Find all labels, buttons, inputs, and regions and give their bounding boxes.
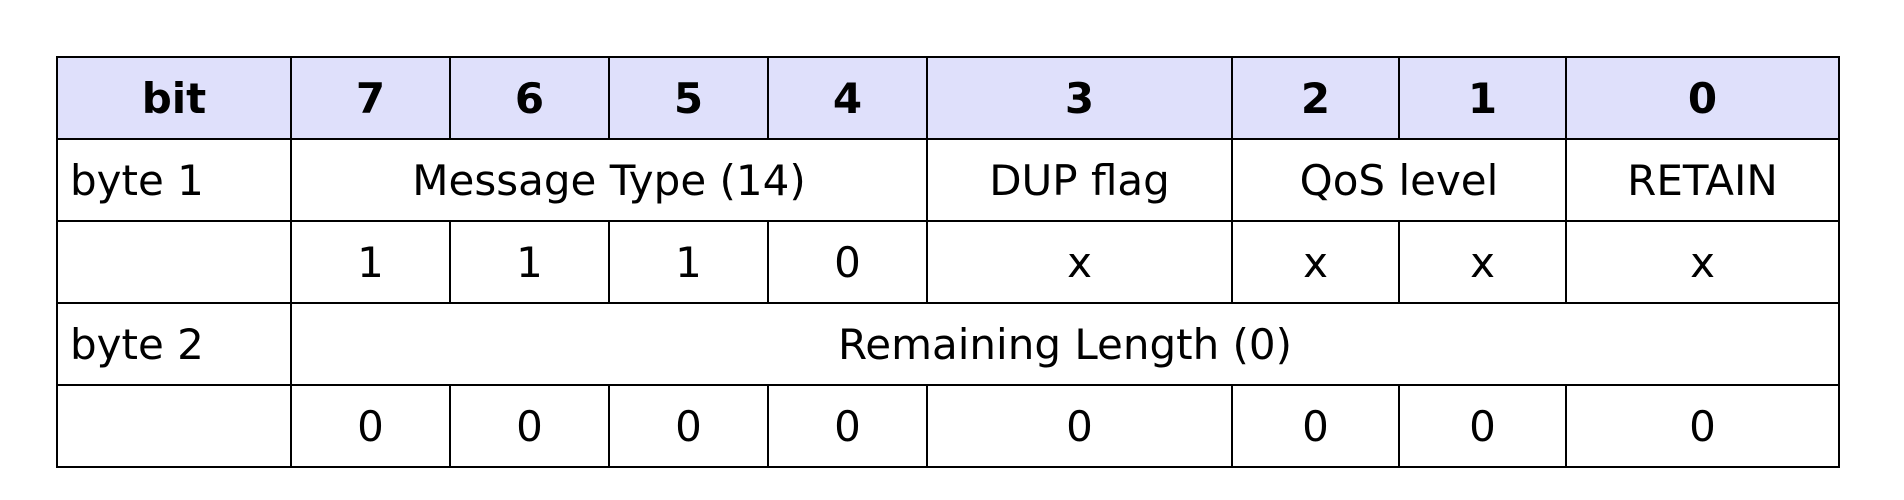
byte1-bit-6-value: 1 (449, 220, 610, 304)
dup-flag-field: DUP flag (926, 138, 1233, 222)
byte2-bit-7-value: 0 (290, 384, 451, 468)
bit-header-label: bit (56, 56, 292, 140)
bit-0-header: 0 (1565, 56, 1840, 140)
remaining-length-field: Remaining Length (0) (290, 302, 1840, 386)
bit-3-header: 3 (926, 56, 1233, 140)
bit-2-header: 2 (1231, 56, 1400, 140)
byte2-value-row: 0 0 0 0 0 0 0 0 (56, 384, 1840, 468)
byte1-bit-0-value: x (1565, 220, 1840, 304)
byte1-bit-5-value: 1 (608, 220, 769, 304)
fixed-header-table: bit 7 6 5 4 3 2 1 0 byte 1 Message Type … (56, 56, 1840, 468)
bit-5-header: 5 (608, 56, 769, 140)
byte2-bit-5-value: 0 (608, 384, 769, 468)
byte1-value-row: 1 1 1 0 x x x x (56, 220, 1840, 304)
byte2-bit-4-value: 0 (767, 384, 928, 468)
byte1-bit-4-value: 0 (767, 220, 928, 304)
byte2-bit-1-value: 0 (1398, 384, 1567, 468)
byte2-bit-6-value: 0 (449, 384, 610, 468)
byte1-bit-3-value: x (926, 220, 1233, 304)
byte1-bit-7-value: 1 (290, 220, 451, 304)
byte2-label: byte 2 (56, 302, 292, 386)
byte2-bit-2-value: 0 (1231, 384, 1400, 468)
message-type-field: Message Type (14) (290, 138, 928, 222)
byte2-value-label-empty (56, 384, 292, 468)
bit-1-header: 1 (1398, 56, 1567, 140)
bit-7-header: 7 (290, 56, 451, 140)
byte2-bit-3-value: 0 (926, 384, 1233, 468)
byte1-value-label-empty (56, 220, 292, 304)
byte1-field-row: byte 1 Message Type (14) DUP flag QoS le… (56, 138, 1840, 222)
byte1-bit-1-value: x (1398, 220, 1567, 304)
byte1-bit-2-value: x (1231, 220, 1400, 304)
retain-field: RETAIN (1565, 138, 1840, 222)
bit-header-row: bit 7 6 5 4 3 2 1 0 (56, 56, 1840, 140)
byte2-bit-0-value: 0 (1565, 384, 1840, 468)
bit-4-header: 4 (767, 56, 928, 140)
byte1-label: byte 1 (56, 138, 292, 222)
bit-6-header: 6 (449, 56, 610, 140)
qos-level-field: QoS level (1231, 138, 1567, 222)
byte2-field-row: byte 2 Remaining Length (0) (56, 302, 1840, 386)
